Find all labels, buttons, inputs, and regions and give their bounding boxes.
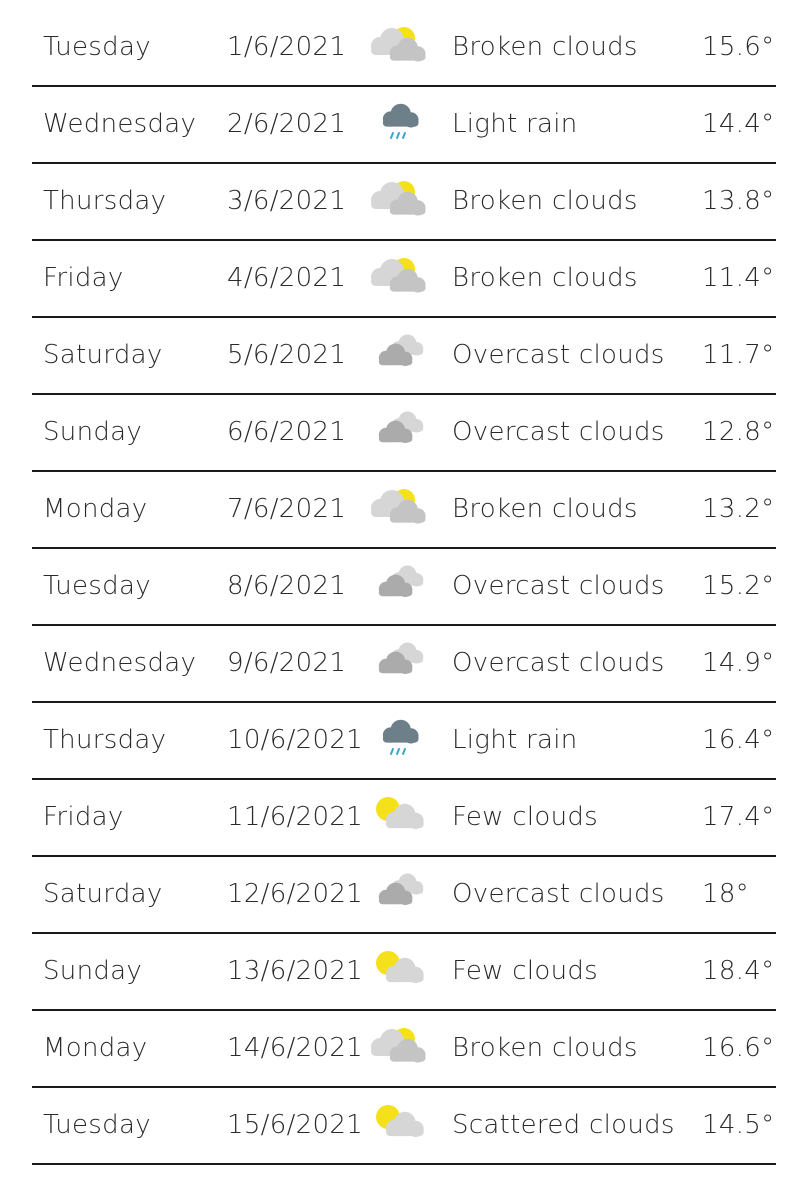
few-clouds-icon [366,780,436,855]
overcast-clouds-icon [366,395,436,470]
weather-description: Scattered clouds [452,1110,675,1140]
forecast-row: Thursday 10/6/2021 Light rain 16.4° [32,703,776,780]
forecast-row: Sunday 6/6/2021 Overcast clouds 12.8° [32,395,776,472]
broken-clouds-icon [366,241,436,316]
temperature-value: 15.6° [702,32,775,62]
temperature-value: 14.4° [702,109,775,139]
weather-description: Overcast clouds [452,571,665,601]
day-label: Friday [43,263,124,293]
temperature-value: 15.2° [702,571,775,601]
forecast-row: Wednesday 9/6/2021 Overcast clouds 14.9° [32,626,776,703]
forecast-row: Saturday 5/6/2021 Overcast clouds 11.7° [32,318,776,395]
weather-description: Broken clouds [452,494,638,524]
forecast-row: Monday 7/6/2021 Broken clouds 13.2° [32,472,776,549]
weather-description: Broken clouds [452,186,638,216]
weather-description: Overcast clouds [452,340,665,370]
date-label: 3/6/2021 [227,186,347,216]
date-label: 10/6/2021 [227,725,364,755]
weather-description: Few clouds [452,956,599,986]
temperature-value: 11.4° [702,263,775,293]
day-label: Saturday [43,340,163,370]
scattered-clouds-icon [366,1088,436,1163]
day-label: Saturday [43,879,163,909]
broken-clouds-icon [366,164,436,239]
forecast-row: Saturday 12/6/2021 Overcast clouds 18° [32,857,776,934]
day-label: Monday [43,494,148,524]
weather-description: Few clouds [452,802,599,832]
forecast-row: Monday 14/6/2021 Broken clouds 16.6° [32,1011,776,1088]
date-label: 11/6/2021 [227,802,364,832]
forecast-row: Wednesday 2/6/2021 Light rain 14.4° [32,87,776,164]
day-label: Friday [43,802,124,832]
date-label: 8/6/2021 [227,571,347,601]
date-label: 12/6/2021 [227,879,364,909]
forecast-row: Tuesday 15/6/2021 Scattered clouds 14.5° [32,1088,776,1165]
date-label: 2/6/2021 [227,109,347,139]
temperature-value: 12.8° [702,417,775,447]
weather-description: Broken clouds [452,263,638,293]
temperature-value: 17.4° [702,802,775,832]
forecast-list: Tuesday 1/6/2021 Broken clouds 15.6° Wed… [32,10,776,1165]
date-label: 1/6/2021 [227,32,347,62]
forecast-row: Tuesday 1/6/2021 Broken clouds 15.6° [32,10,776,87]
date-label: 14/6/2021 [227,1033,364,1063]
date-label: 6/6/2021 [227,417,347,447]
temperature-value: 13.8° [702,186,775,216]
temperature-value: 14.5° [702,1110,775,1140]
weather-description: Overcast clouds [452,648,665,678]
date-label: 7/6/2021 [227,494,347,524]
date-label: 4/6/2021 [227,263,347,293]
day-label: Sunday [43,956,143,986]
date-label: 9/6/2021 [227,648,347,678]
light-rain-icon [366,87,436,162]
day-label: Thursday [43,725,167,755]
weather-description: Broken clouds [452,32,638,62]
forecast-row: Thursday 3/6/2021 Broken clouds 13.8° [32,164,776,241]
overcast-clouds-icon [366,857,436,932]
date-label: 5/6/2021 [227,340,347,370]
weather-description: Light rain [452,109,578,139]
forecast-row: Friday 11/6/2021 Few clouds 17.4° [32,780,776,857]
day-label: Monday [43,1033,148,1063]
overcast-clouds-icon [366,549,436,624]
day-label: Sunday [43,417,143,447]
temperature-value: 16.4° [702,725,775,755]
date-label: 13/6/2021 [227,956,364,986]
forecast-row: Sunday 13/6/2021 Few clouds 18.4° [32,934,776,1011]
temperature-value: 18.4° [702,956,775,986]
day-label: Wednesday [43,648,197,678]
day-label: Wednesday [43,109,197,139]
broken-clouds-icon [366,10,436,85]
day-label: Thursday [43,186,167,216]
weather-description: Overcast clouds [452,417,665,447]
temperature-value: 18° [702,879,749,909]
temperature-value: 13.2° [702,494,775,524]
few-clouds-icon [366,934,436,1009]
light-rain-icon [366,703,436,778]
day-label: Tuesday [43,571,151,601]
broken-clouds-icon [366,1011,436,1086]
forecast-row: Friday 4/6/2021 Broken clouds 11.4° [32,241,776,318]
weather-description: Light rain [452,725,578,755]
weather-description: Broken clouds [452,1033,638,1063]
overcast-clouds-icon [366,626,436,701]
overcast-clouds-icon [366,318,436,393]
temperature-value: 11.7° [702,340,775,370]
broken-clouds-icon [366,472,436,547]
date-label: 15/6/2021 [227,1110,364,1140]
temperature-value: 14.9° [702,648,775,678]
day-label: Tuesday [43,32,151,62]
temperature-value: 16.6° [702,1033,775,1063]
day-label: Tuesday [43,1110,151,1140]
weather-description: Overcast clouds [452,879,665,909]
forecast-row: Tuesday 8/6/2021 Overcast clouds 15.2° [32,549,776,626]
